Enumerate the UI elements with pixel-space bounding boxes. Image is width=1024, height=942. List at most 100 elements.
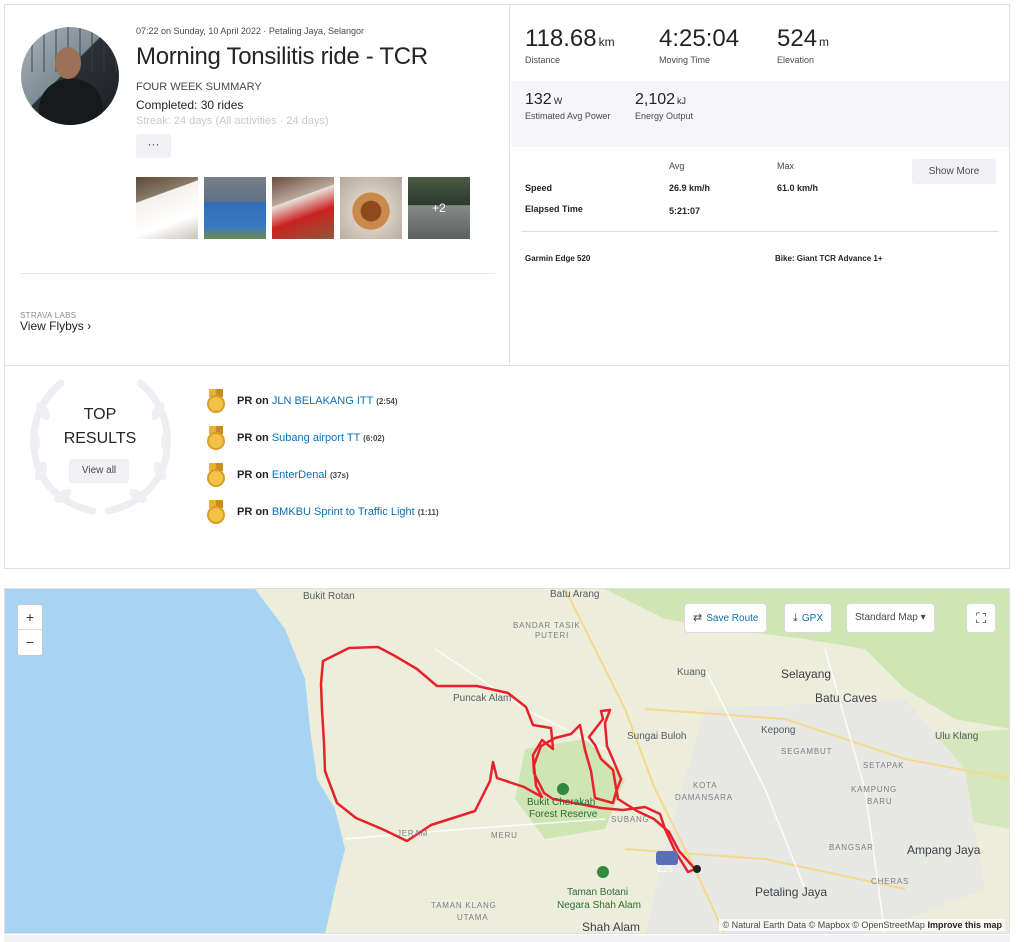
speed-avg: 26.9 km/h — [669, 183, 711, 193]
gold-medal-icon — [205, 426, 227, 450]
map-label: Bukit Rotan — [303, 591, 355, 602]
map-label: Forest Reserve — [529, 809, 598, 820]
more-photos-count: +2 — [432, 201, 446, 215]
show-more-button[interactable]: Show More — [912, 159, 996, 184]
gpx-button[interactable]: ⤓ GPX — [785, 604, 831, 632]
pr-item: PR on JLN BELAKANG ITT (2:54) — [205, 389, 398, 413]
power-unit: W — [553, 96, 563, 106]
map-label: Bukit Cherakah — [527, 797, 596, 808]
zoom-out-button[interactable]: − — [18, 630, 42, 655]
food-photo[interactable] — [340, 177, 402, 239]
map-label: Shah Alam — [582, 920, 641, 934]
map-label: Batu Caves — [815, 691, 878, 705]
bottle-photo[interactable] — [272, 177, 334, 239]
max-header: Max — [777, 161, 795, 171]
pr-prefix: PR on — [237, 395, 269, 407]
gold-medal-icon — [205, 463, 227, 487]
top-results-title-line2: RESULTS — [63, 430, 137, 447]
pr-time: (6:02) — [363, 434, 385, 443]
highway-shield: E26 — [657, 864, 674, 874]
map-canvas[interactable] — [5, 589, 1010, 934]
scrollbar-track[interactable] — [4, 935, 1010, 942]
segment-link[interactable]: Subang airport TT — [272, 432, 360, 444]
map-label: Petaling Jaya — [755, 885, 828, 899]
divider — [20, 273, 495, 274]
energy-unit: kJ — [677, 96, 687, 106]
map-label: MERU — [491, 831, 518, 840]
map-label: JERAM — [397, 829, 429, 838]
route-icon: ⇄ — [693, 612, 703, 624]
distance-unit: km — [598, 35, 615, 49]
view-flybys-link[interactable]: View Flybys › — [20, 319, 91, 333]
improve-map-link[interactable]: Improve this map — [927, 920, 1002, 930]
more-options-button[interactable]: ··· — [136, 134, 171, 158]
chevron-down-icon: ▾ — [920, 612, 926, 623]
segment-link[interactable]: JLN BELAKANG ITT — [272, 395, 373, 407]
map-label: BANGSAR — [829, 843, 874, 852]
pr-time: (2:54) — [376, 397, 398, 406]
view-all-button[interactable]: View all — [69, 459, 129, 483]
segment-link[interactable]: BMKBU Sprint to Traffic Light — [272, 506, 415, 518]
zoom-control: + − — [17, 604, 43, 656]
map-label: PUTERI — [535, 631, 570, 640]
chevron-right-icon: › — [87, 319, 92, 333]
map-style-label: Standard Map — [855, 612, 918, 623]
map-label: SETAPAK — [863, 761, 905, 770]
activity-card: 07:22 on Sunday, 10 April 2022 · Petalin… — [4, 4, 1010, 569]
energy-value: 2,102 — [635, 91, 676, 108]
map-label: BANDAR TASIK — [513, 621, 581, 630]
avg-header: Avg — [669, 161, 685, 171]
route-map[interactable]: Bukit Rotan Batu Arang BANDAR TASIK PUTE… — [4, 588, 1010, 934]
map-label: DAMANSARA — [675, 793, 733, 802]
moving-time-label: Moving Time — [659, 55, 711, 65]
pr-prefix: PR on — [237, 506, 269, 518]
map-label: KAMPUNG — [851, 785, 898, 794]
map-label: CHERAS — [871, 877, 910, 886]
segment-link[interactable]: EnterDenal — [272, 469, 327, 481]
map-label: SEGAMBUT — [781, 747, 833, 756]
bike-name[interactable]: Bike: Giant TCR Advance 1+ — [775, 254, 883, 263]
streak: Streak: 24 days (All activities · 24 day… — [136, 115, 329, 127]
pr-prefix: PR on — [237, 432, 269, 444]
save-route-button[interactable]: ⇄ Save Route — [685, 604, 767, 632]
pr-time: (37s) — [329, 471, 349, 480]
map-label: Batu Arang — [550, 589, 600, 600]
avatar[interactable] — [21, 27, 119, 125]
drink-photo[interactable] — [136, 177, 198, 239]
save-route-label: Save Route — [706, 613, 759, 624]
speed-label: Speed — [525, 183, 553, 193]
map-label: Ampang Jaya — [907, 843, 981, 857]
zoom-in-button[interactable]: + — [18, 605, 42, 630]
map-label: UTAMA — [457, 913, 489, 922]
stat-power: 132 W Estimated Avg Power — [525, 91, 615, 123]
stats-panel: 118.68 km Distance 4:25:04 Moving Time 52… — [511, 5, 1009, 365]
completed-rides: Completed: 30 rides — [136, 98, 244, 112]
activity-meta: 07:22 on Sunday, 10 April 2022 · Petalin… — [136, 26, 364, 36]
four-week-summary-heading: FOUR WEEK SUMMARY — [136, 81, 262, 93]
map-label: TAMAN KLANG — [431, 901, 497, 910]
fullscreen-icon[interactable]: ⛶ — [967, 604, 995, 632]
map-style-select[interactable]: Standard Map ▾ — [847, 604, 934, 632]
elapsed-time-value: 5:21:07 — [669, 206, 701, 216]
activity-summary: 07:22 on Sunday, 10 April 2022 · Petalin… — [5, 5, 510, 365]
activity-title: Morning Tonsilitis ride - TCR — [136, 43, 428, 70]
cyclist-photo[interactable] — [204, 177, 266, 239]
elevation-value: 524 — [777, 25, 818, 52]
top-results-title: TOP RESULTS — [45, 403, 155, 451]
stat-energy: 2,102 kJ Energy Output — [635, 91, 693, 123]
secondary-stats: 132 W Estimated Avg Power 2,102 kJ Energy … — [511, 81, 1009, 147]
power-value: 132 — [525, 91, 552, 108]
pr-time: (1:11) — [417, 508, 439, 517]
pr-item: PR on EnterDenal (37s) — [205, 463, 349, 487]
elapsed-time-label: Elapsed Time — [525, 204, 583, 214]
map-label: Ulu Klang — [935, 731, 979, 742]
map-label: SUBANG — [611, 815, 650, 824]
map-attribution: © Natural Earth Data © Mapbox © OpenStre… — [719, 919, 1005, 931]
power-label: Estimated Avg Power — [525, 111, 611, 121]
view-flybys-label: View Flybys — [20, 319, 84, 333]
road-photo[interactable]: +2 — [408, 177, 470, 239]
attribution-text: © Natural Earth Data © Mapbox © OpenStre… — [722, 920, 925, 930]
divider — [5, 365, 1009, 366]
device-name: Garmin Edge 520 — [525, 254, 591, 263]
gpx-label: GPX — [801, 613, 823, 624]
